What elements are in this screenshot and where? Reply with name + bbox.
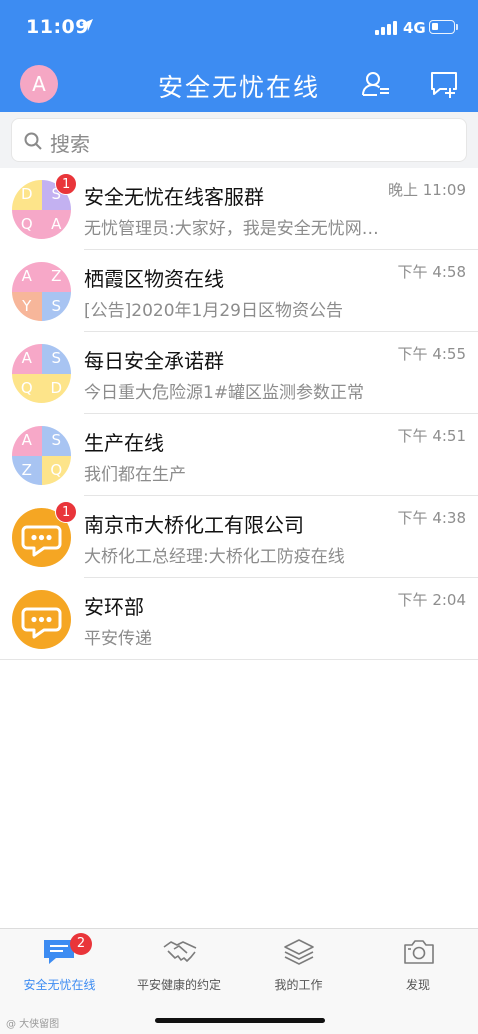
chat-row[interactable]: 安环部平安传递 下午 2:04 xyxy=(0,578,478,660)
location-arrow-icon xyxy=(81,19,93,31)
bottom-area: @ 大侠留图 xyxy=(0,1006,478,1034)
chat-preview: 无忧管理员:大家好，我是安全无忧网… xyxy=(84,219,379,239)
avatar-letter: A xyxy=(12,426,42,456)
avatar-letter: S xyxy=(41,426,71,456)
chat-time: 下午 2:04 xyxy=(397,591,466,609)
avatar-letter: Q xyxy=(12,209,42,239)
group-avatar: ASQD xyxy=(12,344,71,403)
network-type: 4G xyxy=(403,19,426,37)
avatar-letter: Z xyxy=(12,455,42,485)
handshake-icon xyxy=(162,937,198,967)
avatar-letter: A xyxy=(41,209,71,239)
chat-name: 栖霞区物资在线 xyxy=(84,267,224,291)
camera-icon xyxy=(401,937,437,967)
avatar-letter: D xyxy=(41,373,71,403)
status-bar: 11:09 4G xyxy=(0,0,478,56)
tab-item[interactable]: 平安健康的约定 xyxy=(120,929,239,1007)
chat-time: 下午 4:38 xyxy=(397,509,466,527)
battery-icon xyxy=(429,20,455,34)
group-avatar: AZYS xyxy=(12,262,71,321)
chat-time: 晚上 11:09 xyxy=(388,181,466,199)
tab-item[interactable]: 2 安全无忧在线 xyxy=(0,929,119,1007)
tab-badge: 2 xyxy=(70,933,92,955)
chat-preview: 我们都在生产 xyxy=(84,465,186,485)
chat-row[interactable]: A S Q D 每日安全承诺群今日重大危险源1#罐区监测参数正常 下午 4:55 xyxy=(0,332,478,414)
avatar-letter: D xyxy=(12,180,42,210)
tab-item[interactable]: 我的工作 xyxy=(239,929,358,1007)
tab-label: 平安健康的约定 xyxy=(136,978,221,992)
tab-bar: 2 安全无忧在线 平安健康的约定 我的工作 发现 xyxy=(0,928,478,1006)
avatar-letter: Y xyxy=(12,291,42,321)
chat-preview: 今日重大危险源1#罐区监测参数正常 xyxy=(84,383,365,403)
chat-preview: 平安传递 xyxy=(84,629,152,649)
chat-row[interactable]: A Z Y S 栖霞区物资在线 [公告]2020年1月29日区物资公告 下午 4:58 xyxy=(0,250,478,332)
search-input[interactable]: 搜索 xyxy=(11,118,467,162)
watermark: @ 大侠留图 xyxy=(6,1019,60,1030)
unread-badge: 1 xyxy=(55,501,78,523)
page-title: 安全无忧在线 xyxy=(157,73,320,102)
chat-name: 每日安全承诺群 xyxy=(84,349,224,373)
unread-badge: 1 xyxy=(55,173,78,195)
chat-row[interactable]: D S Q A 1 安全无忧在线客服群 无忧管理员:大家好，我是安全无忧网… 晚上 11:09 xyxy=(0,168,478,250)
chat-list: D S Q A 1 安全无忧在线客服群 无忧管理员:大家好，我是安全无忧网… 晚上 11:09… xyxy=(0,168,478,660)
chat-preview: [公告]2020年1月29日区物资公告 xyxy=(84,301,343,321)
tab-label: 安全无忧在线 xyxy=(23,978,96,992)
chat-row[interactable]: A S Z Q 生产在线我们都在生产 下午 4:51 xyxy=(0,414,478,496)
chat-time: 下午 4:55 xyxy=(397,345,466,363)
avatar-letter: A xyxy=(12,344,42,374)
battery-tip xyxy=(456,24,458,30)
avatar-letter: Q xyxy=(41,455,71,485)
group-avatar: ASZQ xyxy=(12,426,71,485)
chat-row[interactable]: 1 南京市大桥化工有限公司大桥化工总经理:大桥化工防疫在线 下午 4:38 xyxy=(0,496,478,578)
app-header: A 安全无忧在线 xyxy=(0,56,478,112)
chat-name: 南京市大桥化工有限公司 xyxy=(84,513,304,537)
chat-time: 下午 4:58 xyxy=(397,263,466,281)
signal-icon xyxy=(375,21,399,35)
avatar-letter: S xyxy=(41,344,71,374)
avatar-letter: Z xyxy=(41,262,71,292)
contacts-icon[interactable] xyxy=(360,68,392,100)
chat-bubble-avatar-icon xyxy=(12,590,71,649)
avatar-letter: A xyxy=(12,262,42,292)
home-indicator[interactable] xyxy=(155,1018,325,1023)
avatar-letter: Q xyxy=(12,373,42,403)
chat-time: 下午 4:51 xyxy=(397,427,466,445)
phone-screen: 11:09 4G A 安全无忧在线 搜索 D S Q A 1 安全无忧在线客服群… xyxy=(0,0,478,1034)
search-area: 搜索 xyxy=(0,112,478,168)
search-placeholder: 搜索 xyxy=(50,132,90,156)
layers-icon xyxy=(281,937,317,967)
tab-label: 发现 xyxy=(405,978,430,992)
chat-preview: 大桥化工总经理:大桥化工防疫在线 xyxy=(84,547,345,567)
tab-label: 我的工作 xyxy=(274,978,323,992)
chat-name: 安环部 xyxy=(84,595,144,619)
search-icon xyxy=(24,132,42,150)
tab-item[interactable]: 发现 xyxy=(359,929,478,1007)
chat-name: 生产在线 xyxy=(84,431,164,455)
add-chat-icon[interactable] xyxy=(428,68,460,100)
avatar-letter: S xyxy=(41,291,71,321)
chat-name: 安全无忧在线客服群 xyxy=(84,185,264,209)
